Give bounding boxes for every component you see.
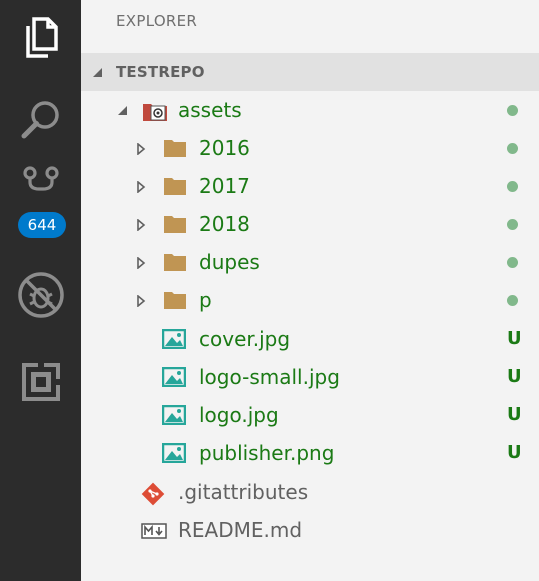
chevron-right-icon[interactable] [136,295,146,307]
tree-item-folder[interactable]: p [81,281,539,319]
vscode-window: 644 EXPLORER TESTREPO assets 2016 2017 2… [0,0,539,581]
image-file-icon [162,443,186,463]
git-untracked-status: U [507,366,522,387]
tree-item-label: assets [178,98,242,122]
git-modified-dot [507,143,518,154]
folder-icon [164,216,186,233]
tree-item-label: 2016 [199,136,250,160]
folder-icon [164,178,186,195]
tree-item-file[interactable]: logo-small.jpg U [81,358,539,396]
chevron-expanded-icon[interactable] [92,67,104,79]
tree-item-label: logo.jpg [199,403,279,427]
tree-item-file[interactable]: README.md [81,511,539,549]
chevron-expanded-icon[interactable] [117,105,129,117]
tree-item-label: README.md [178,518,303,542]
chevron-right-icon[interactable] [136,181,146,193]
tree-item-label: 2017 [199,174,250,198]
section-header-testrepo[interactable]: TESTREPO [81,53,539,91]
folder-icon [164,254,186,271]
git-file-icon [141,482,165,506]
activity-extensions[interactable] [0,344,81,420]
tree-item-label: p [199,288,212,312]
tree-item-label: publisher.png [199,441,335,465]
activity-debug[interactable] [0,257,81,333]
tree-item-file[interactable]: logo.jpg U [81,396,539,434]
activity-explorer[interactable] [0,0,81,76]
git-modified-dot [507,181,518,192]
tree-item-label: logo-small.jpg [199,365,340,389]
tree-item-file[interactable]: cover.jpg U [81,320,539,358]
tree-item-label: cover.jpg [199,327,291,351]
files-icon [25,17,58,58]
tree-item-file[interactable]: .gitattributes [81,473,539,511]
folder-icon [164,292,186,309]
tree-item-label: 2018 [199,212,250,236]
git-modified-dot [507,105,518,116]
chevron-right-icon[interactable] [136,143,146,155]
activity-search[interactable] [0,82,81,158]
source-control-badge: 644 [18,212,66,238]
image-file-icon [162,405,186,425]
tree-item-folder[interactable]: 2018 [81,205,539,243]
tree-item-label: .gitattributes [178,480,309,504]
image-file-icon [162,367,186,387]
tree-item-folder[interactable]: 2016 [81,129,539,167]
chevron-right-icon[interactable] [136,219,146,231]
explorer-sidebar: EXPLORER TESTREPO assets 2016 2017 2018 … [81,0,539,581]
search-icon [21,101,59,139]
git-modified-dot [507,295,518,306]
tree-item-label: dupes [199,250,260,274]
git-untracked-status: U [507,442,522,463]
git-untracked-status: U [507,404,522,425]
tree-item-assets[interactable]: assets [81,91,539,129]
git-modified-dot [507,219,518,230]
folder-icon [164,140,186,157]
activity-bar: 644 [0,0,81,581]
chevron-right-icon[interactable] [136,257,146,269]
explorer-title: EXPLORER [116,12,198,30]
section-title: TESTREPO [116,63,205,81]
extensions-icon [21,362,61,401]
git-untracked-status: U [507,328,522,349]
image-file-icon [162,329,186,349]
assets-folder-icon [143,104,167,121]
markdown-file-icon [141,523,167,539]
tree-item-folder[interactable]: dupes [81,243,539,281]
tree-item-file[interactable]: publisher.png U [81,434,539,472]
debug-disabled-icon [17,272,64,318]
tree-item-folder[interactable]: 2017 [81,167,539,205]
source-control-icon [22,166,59,191]
git-modified-dot [507,257,518,268]
